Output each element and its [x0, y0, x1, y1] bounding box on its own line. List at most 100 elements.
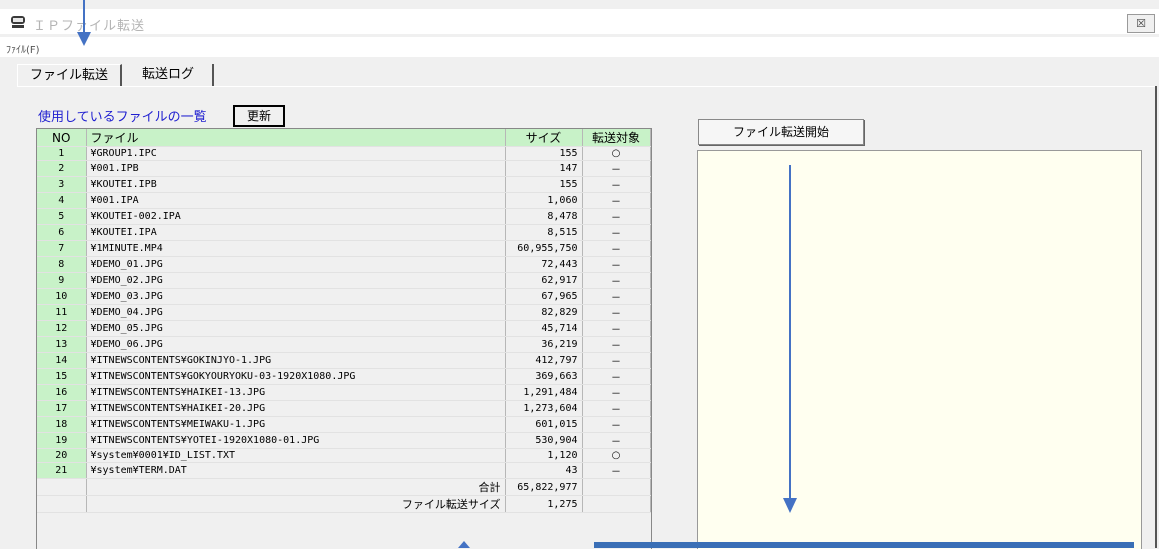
row-target: － — [582, 400, 651, 417]
row-target: － — [582, 336, 651, 353]
table-row[interactable]: 8 ¥DEMO_01.JPG 72,443 － — [37, 256, 651, 273]
row-file: ¥KOUTEI-002.IPA — [86, 208, 506, 225]
table-row[interactable]: 10 ¥DEMO_03.JPG 67,965 － — [37, 288, 651, 305]
row-size: 530,904 — [505, 432, 583, 449]
annotation-arrow-line-right — [789, 165, 791, 499]
row-size: 62,917 — [505, 272, 583, 289]
row-no: 15 — [37, 368, 87, 385]
refresh-button[interactable]: 更新 — [233, 105, 285, 127]
row-size: 155 — [505, 146, 583, 161]
row-size: 82,829 — [505, 304, 583, 321]
annotation-arrow-head-right — [783, 498, 797, 513]
row-target: ○ — [582, 146, 651, 161]
row-no: 4 — [37, 192, 87, 209]
table-row[interactable]: 12 ¥DEMO_05.JPG 45,714 － — [37, 320, 651, 337]
row-target: － — [582, 384, 651, 401]
row-file: ¥DEMO_03.JPG — [86, 288, 506, 305]
row-no: 14 — [37, 352, 87, 369]
tab-transfer-log[interactable]: 転送ログ — [124, 64, 214, 86]
table-row[interactable]: 16 ¥ITNEWSCONTENTS¥HAIKEI-13.JPG 1,291,484… — [37, 384, 651, 401]
row-target: － — [582, 240, 651, 257]
table-row[interactable]: 7 ¥1MINUTE.MP4 60,955,750 － — [37, 240, 651, 257]
row-file: ¥KOUTEI.IPB — [86, 176, 506, 193]
title-bar — [0, 9, 1159, 34]
table-row[interactable]: 2 ¥001.IPB 147 － — [37, 160, 651, 177]
row-target: － — [582, 176, 651, 193]
row-target: － — [582, 192, 651, 209]
table-row[interactable]: 11 ¥DEMO_04.JPG 82,829 － — [37, 304, 651, 321]
row-size: 1,291,484 — [505, 384, 583, 401]
row-no: 5 — [37, 208, 87, 225]
table-row[interactable]: 4 ¥001.IPA 1,060 － — [37, 192, 651, 209]
table-row[interactable]: 18 ¥ITNEWSCONTENTS¥MEIWAKU-1.JPG 601,015 － — [37, 416, 651, 433]
table-row[interactable]: 13 ¥DEMO_06.JPG 36,219 － — [37, 336, 651, 353]
row-size: 60,955,750 — [505, 240, 583, 257]
transfer-size-label: ファイル転送サイズ — [86, 495, 506, 513]
row-target: － — [582, 416, 651, 433]
transfer-size-value: 1,275 — [505, 495, 583, 513]
table-header-row: NO ファイル サイズ 転送対象 — [37, 129, 651, 147]
row-file: ¥DEMO_02.JPG — [86, 272, 506, 289]
row-size: 67,965 — [505, 288, 583, 305]
total-row: 合計 65,822,977 — [37, 478, 651, 496]
row-no: 3 — [37, 176, 87, 193]
row-target: － — [582, 352, 651, 369]
annotation-arrow-line-top — [83, 0, 85, 34]
row-no: 19 — [37, 432, 87, 449]
row-no: 2 — [37, 160, 87, 177]
table-row[interactable]: 14 ¥ITNEWSCONTENTS¥GOKINJYO-1.JPG 412,797 － — [37, 352, 651, 369]
row-file: ¥ITNEWSCONTENTS¥HAIKEI-13.JPG — [86, 384, 506, 401]
annotation-arrow-head-bottom — [458, 541, 470, 548]
menu-file[interactable]: ﾌｧｲﾙ(F) — [6, 41, 40, 56]
row-no: 9 — [37, 272, 87, 289]
row-file: ¥KOUTEI.IPA — [86, 224, 506, 241]
row-file: ¥GROUP1.IPC — [86, 146, 506, 161]
row-no: 20 — [37, 448, 87, 463]
table-row[interactable]: 21 ¥system¥TERM.DAT 43 － — [37, 462, 651, 479]
close-button[interactable]: ☒ — [1127, 14, 1155, 33]
table-row[interactable]: 9 ¥DEMO_02.JPG 62,917 － — [37, 272, 651, 289]
table-row[interactable]: 20 ¥system¥0001¥ID_LIST.TXT 1,120 ○ — [37, 448, 651, 463]
row-no: 7 — [37, 240, 87, 257]
row-size: 412,797 — [505, 352, 583, 369]
row-file: ¥ITNEWSCONTENTS¥GOKINJYO-1.JPG — [86, 352, 506, 369]
row-size: 36,219 — [505, 336, 583, 353]
row-target: － — [582, 368, 651, 385]
start-transfer-button[interactable]: ファイル転送開始 — [698, 119, 864, 145]
tab-file-transfer[interactable]: ファイル転送 — [17, 64, 122, 87]
table-row[interactable]: 1 ¥GROUP1.IPC 155 ○ — [37, 146, 651, 161]
menu-bar — [0, 37, 1159, 57]
tab-divider — [17, 86, 1157, 87]
table-row[interactable]: 19 ¥ITNEWSCONTENTS¥YOTEI-1920X1080-01.JPG… — [37, 432, 651, 449]
row-target: － — [582, 256, 651, 273]
row-size: 1,060 — [505, 192, 583, 209]
row-file: ¥001.IPA — [86, 192, 506, 209]
row-file: ¥DEMO_06.JPG — [86, 336, 506, 353]
transfer-log-panel — [697, 150, 1142, 549]
row-target: － — [582, 288, 651, 305]
row-target: － — [582, 304, 651, 321]
table-row[interactable]: 17 ¥ITNEWSCONTENTS¥HAIKEI-20.JPG 1,273,604… — [37, 400, 651, 417]
row-file: ¥ITNEWSCONTENTS¥HAIKEI-20.JPG — [86, 400, 506, 417]
column-header-no: NO — [37, 129, 87, 147]
column-header-file: ファイル — [86, 129, 506, 147]
row-no: 17 — [37, 400, 87, 417]
transfer-size-row: ファイル転送サイズ 1,275 — [37, 495, 651, 513]
row-size: 601,015 — [505, 416, 583, 433]
table-row[interactable]: 3 ¥KOUTEI.IPB 155 － — [37, 176, 651, 193]
row-file: ¥1MINUTE.MP4 — [86, 240, 506, 257]
table-row[interactable]: 5 ¥KOUTEI-002.IPA 8,478 － — [37, 208, 651, 225]
row-file: ¥001.IPB — [86, 160, 506, 177]
row-no: 12 — [37, 320, 87, 337]
row-target: － — [582, 320, 651, 337]
row-file: ¥DEMO_01.JPG — [86, 256, 506, 273]
row-no: 16 — [37, 384, 87, 401]
row-no: 8 — [37, 256, 87, 273]
row-file: ¥ITNEWSCONTENTS¥MEIWAKU-1.JPG — [86, 416, 506, 433]
table-row[interactable]: 6 ¥KOUTEI.IPA 8,515 － — [37, 224, 651, 241]
row-file: ¥ITNEWSCONTENTS¥GOKYOURYOKU-03-1920X1080… — [86, 368, 506, 385]
row-no: 18 — [37, 416, 87, 433]
row-no: 6 — [37, 224, 87, 241]
row-size: 43 — [505, 462, 583, 479]
table-row[interactable]: 15 ¥ITNEWSCONTENTS¥GOKYOURYOKU-03-1920X10… — [37, 368, 651, 385]
